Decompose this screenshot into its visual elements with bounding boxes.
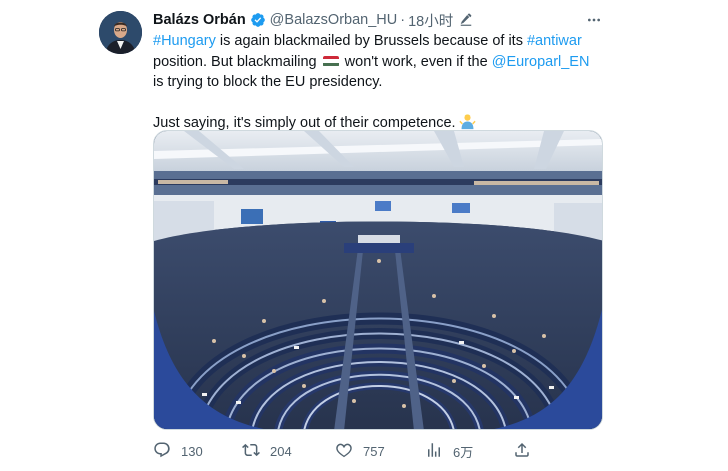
tweet-card[interactable]: Balázs Orbán @BalazsOrban_HU · 18小时 #Hun… [0, 0, 728, 471]
tweet-text: #Hungary is again blackmailed by Brussel… [153, 31, 603, 137]
like-icon [335, 441, 353, 462]
tweet-text-segment: won't work, even if the [340, 53, 492, 70]
author-name[interactable]: Balázs Orbán [153, 12, 246, 28]
hashtag-link[interactable]: #Hungary [153, 33, 216, 49]
retweet-count: 204 [270, 443, 292, 459]
tweet-text-segment: is trying to block the EU presidency. [153, 74, 383, 90]
reply-icon [153, 441, 171, 462]
reply-button[interactable]: 130 [153, 440, 203, 462]
reply-count: 130 [181, 443, 203, 459]
tweet-text-segment: Just saying, it's simply out of their co… [153, 115, 456, 131]
tweet-media-image[interactable] [153, 130, 603, 430]
like-count: 757 [363, 443, 385, 459]
views-count: 6万 [453, 444, 474, 460]
hungary-flag-icon [322, 55, 339, 67]
share-icon [513, 441, 531, 462]
share-button[interactable] [513, 440, 531, 462]
retweet-button[interactable]: 204 [242, 440, 292, 462]
tweet-action-bar: 130 204 757 6万 [153, 440, 603, 462]
views-icon [425, 441, 443, 462]
retweet-icon [242, 441, 260, 462]
hashtag-link[interactable]: #antiwar [527, 33, 582, 49]
separator-dot: · [400, 12, 406, 28]
tweet-timestamp[interactable]: 18小时 [408, 10, 453, 31]
edit-pencil-icon[interactable] [459, 13, 473, 27]
verified-badge-icon[interactable] [250, 12, 266, 28]
tweet-header: Balázs Orbán @BalazsOrban_HU · 18小时 [153, 10, 473, 30]
views-button[interactable]: 6万 [425, 440, 473, 462]
tweet-text-segment: position. But blackmailing [153, 53, 321, 70]
mention-link[interactable]: @Europarl_EN [492, 54, 590, 70]
avatar[interactable] [99, 11, 142, 54]
like-button[interactable]: 757 [335, 440, 385, 462]
tweet-text-segment: is again blackmailed by Brussels because… [215, 33, 527, 49]
author-handle[interactable]: @BalazsOrban_HU [270, 12, 398, 28]
more-options-icon[interactable] [585, 11, 603, 29]
